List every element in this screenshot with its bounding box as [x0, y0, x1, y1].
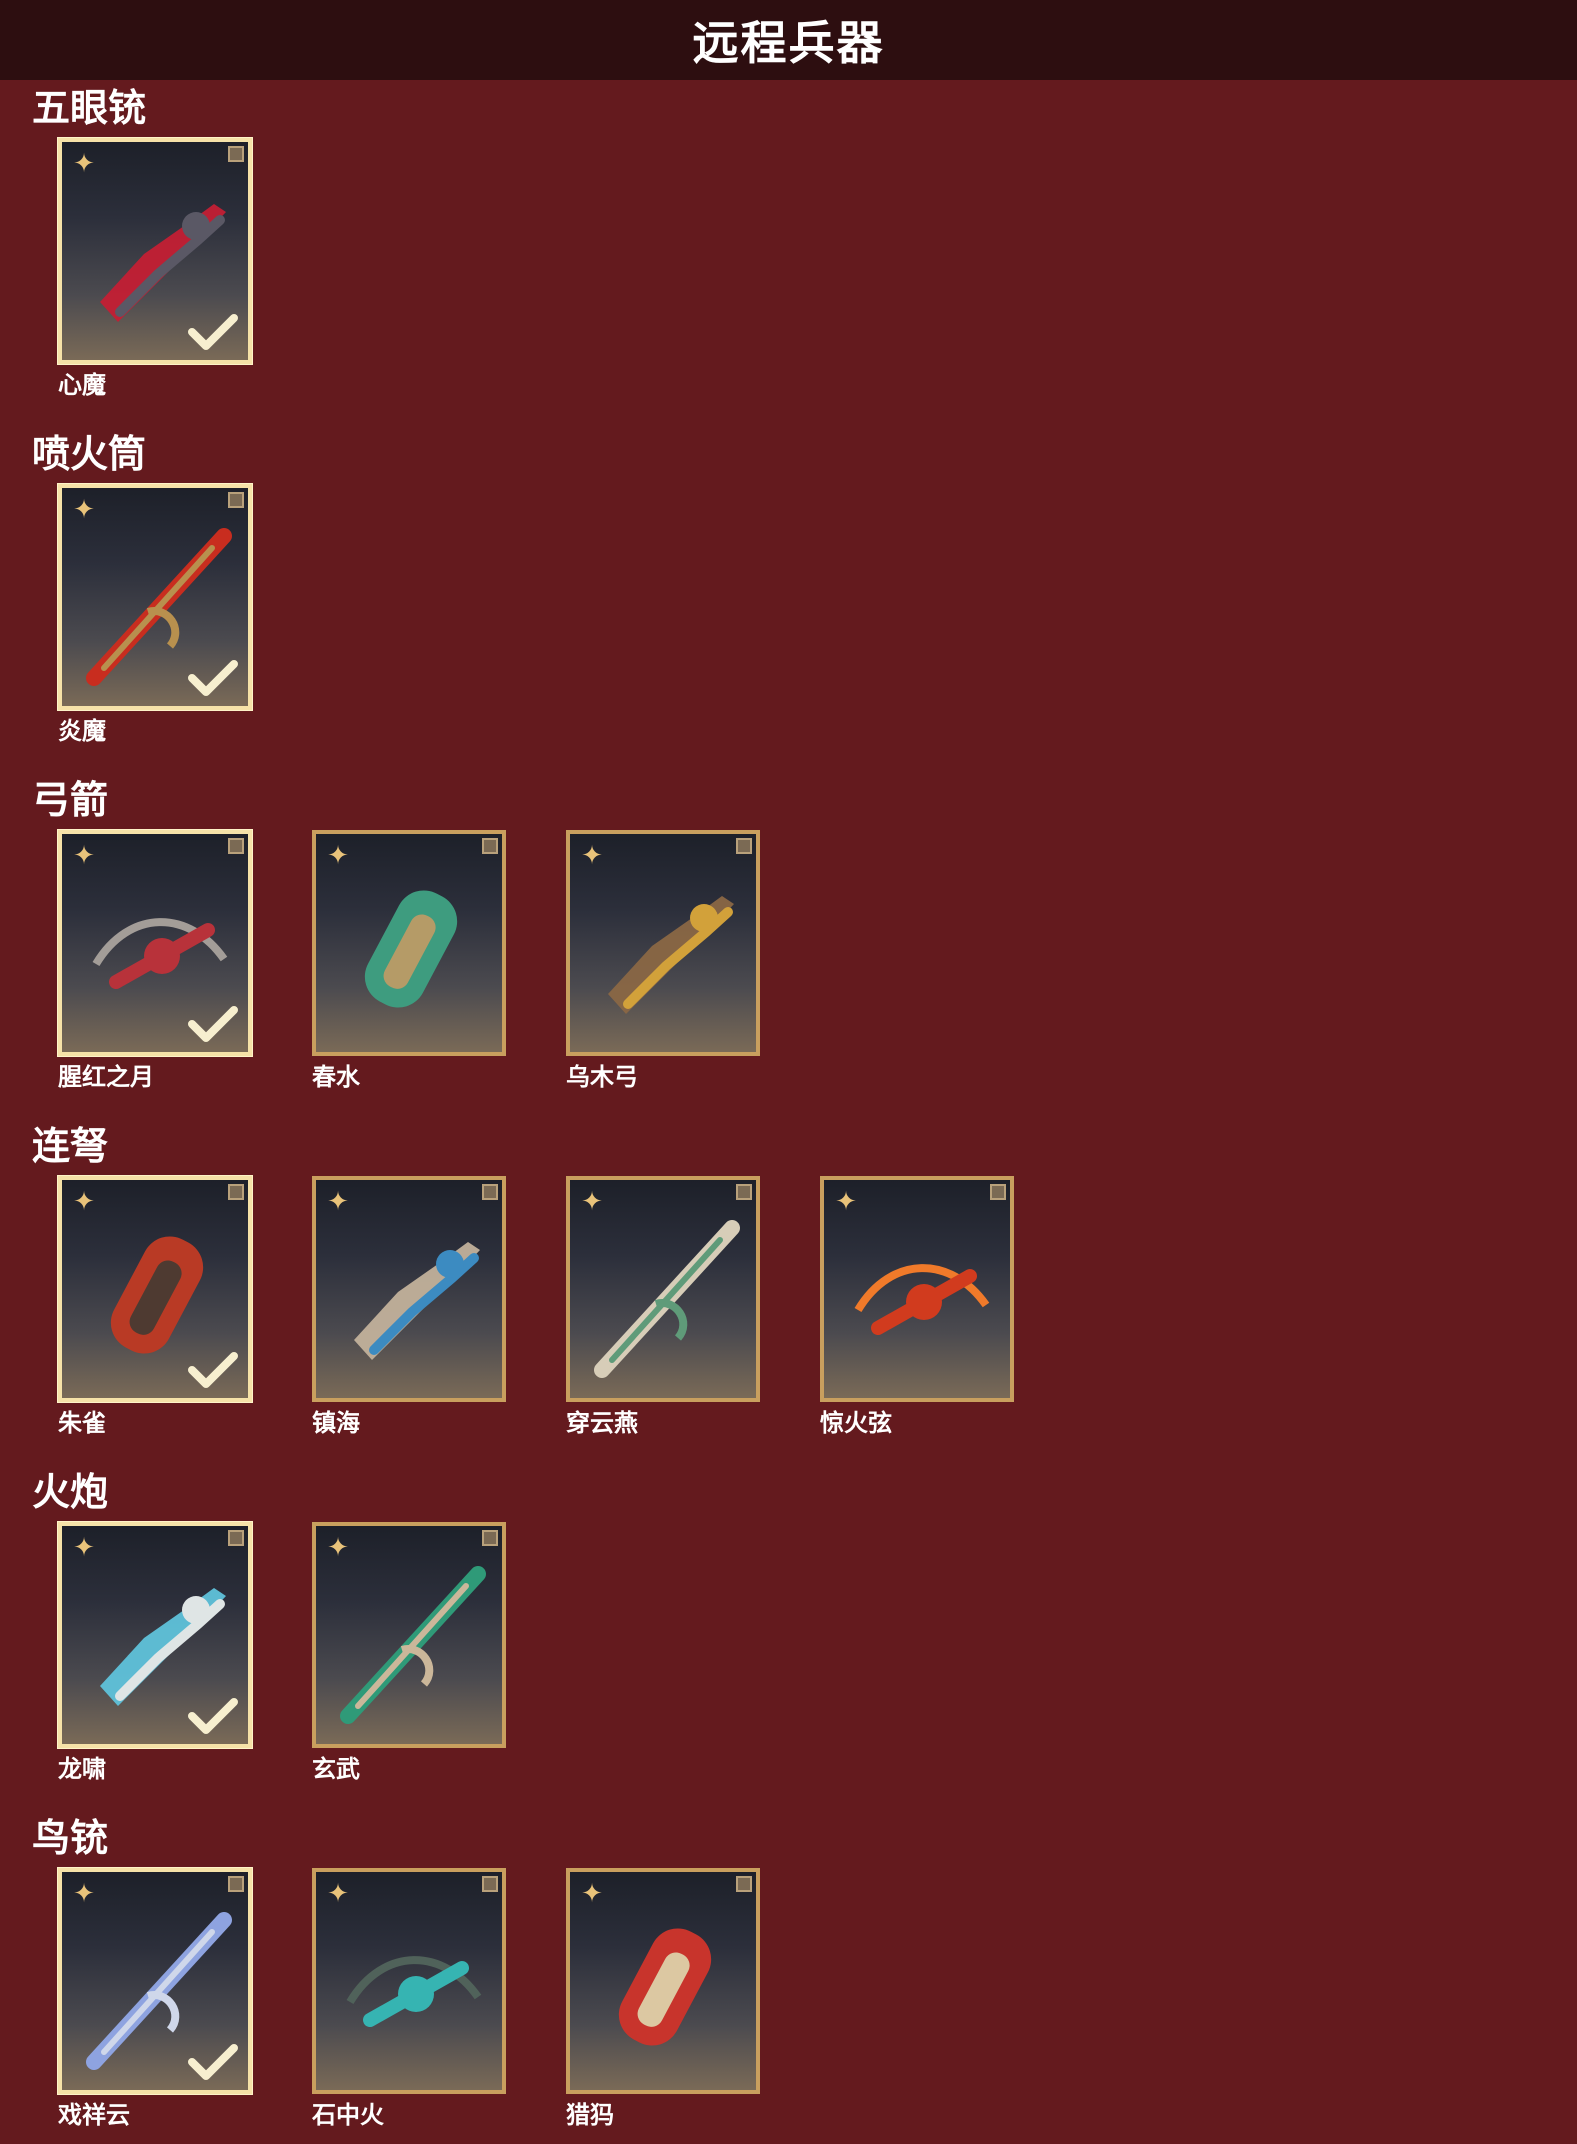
corner-tag-icon: [736, 1184, 752, 1200]
weapon-card[interactable]: ✦: [312, 830, 506, 1056]
weapon-name: 玄武: [312, 1755, 360, 1783]
weapon-item[interactable]: ✦ 石中火: [312, 1868, 506, 2130]
section-title: 火炮: [32, 1470, 109, 1514]
section-title: 喷火筒: [32, 432, 147, 476]
page-title: 远程兵器: [692, 16, 885, 70]
section-title: 连弩: [32, 1124, 109, 1168]
weapon-item[interactable]: ✦ 玄武: [312, 1522, 506, 1784]
corner-tag-icon: [990, 1184, 1006, 1200]
checkmark-icon: [186, 310, 240, 354]
section-title: 鸟铳: [32, 1816, 109, 1860]
weapon-card[interactable]: ✦: [58, 1176, 252, 1402]
corner-tag-icon: [228, 838, 244, 854]
weapon-name: 石中火: [312, 2101, 384, 2129]
corner-tag-icon: [228, 492, 244, 508]
checkmark-icon: [186, 1694, 240, 1738]
weapon-row: ✦ 戏祥云 ✦ 石中火 ✦ 猎犸: [58, 1868, 760, 2130]
weapon-card[interactable]: ✦: [58, 1868, 252, 2094]
weapon-name: 春水: [312, 1063, 360, 1091]
corner-tag-icon: [736, 838, 752, 854]
corner-tag-icon: [228, 1876, 244, 1892]
weapon-card[interactable]: ✦: [566, 1176, 760, 1402]
header-bar: 远程兵器: [0, 0, 1577, 80]
corner-tag-icon: [482, 1876, 498, 1892]
weapon-card[interactable]: ✦: [58, 138, 252, 364]
weapon-item[interactable]: ✦ 龙啸: [58, 1522, 252, 1784]
corner-tag-icon: [482, 838, 498, 854]
weapon-name: 心魔: [58, 371, 106, 399]
corner-tag-icon: [228, 146, 244, 162]
corner-tag-icon: [482, 1530, 498, 1546]
weapon-row: ✦ 龙啸 ✦ 玄武: [58, 1522, 506, 1784]
weapon-item[interactable]: ✦ 镇海: [312, 1176, 506, 1438]
corner-tag-icon: [228, 1530, 244, 1546]
weapon-item[interactable]: ✦ 炎魔: [58, 484, 252, 746]
weapon-name: 戏祥云: [58, 2101, 130, 2129]
corner-tag-icon: [482, 1184, 498, 1200]
weapon-row: ✦ 炎魔: [58, 484, 252, 746]
weapon-name: 穿云燕: [566, 1409, 638, 1437]
weapon-card[interactable]: ✦: [58, 484, 252, 710]
weapon-card[interactable]: ✦: [566, 1868, 760, 2094]
weapon-item[interactable]: ✦ 穿云燕: [566, 1176, 760, 1438]
weapon-name: 猎犸: [566, 2101, 614, 2129]
weapon-row: ✦ 心魔: [58, 138, 252, 400]
weapon-card[interactable]: ✦: [312, 1176, 506, 1402]
weapon-item[interactable]: ✦ 心魔: [58, 138, 252, 400]
checkmark-icon: [186, 656, 240, 700]
corner-tag-icon: [228, 1184, 244, 1200]
weapon-item[interactable]: ✦ 惊火弦: [820, 1176, 1014, 1438]
checkmark-icon: [186, 1002, 240, 1046]
weapon-item[interactable]: ✦ 朱雀: [58, 1176, 252, 1438]
weapon-item[interactable]: ✦ 猎犸: [566, 1868, 760, 2130]
weapon-card[interactable]: ✦: [820, 1176, 1014, 1402]
weapon-name: 炎魔: [58, 717, 106, 745]
weapon-item[interactable]: ✦ 腥红之月: [58, 830, 252, 1092]
weapon-name: 龙啸: [58, 1755, 106, 1783]
weapon-card[interactable]: ✦: [312, 1522, 506, 1748]
weapon-name: 腥红之月: [58, 1063, 154, 1091]
weapon-card[interactable]: ✦: [312, 1868, 506, 2094]
weapon-item[interactable]: ✦ 乌木弓: [566, 830, 760, 1092]
weapon-item[interactable]: ✦ 春水: [312, 830, 506, 1092]
weapon-row: ✦ 腥红之月 ✦ 春水 ✦ 乌木弓: [58, 830, 760, 1092]
section-title: 弓箭: [32, 778, 109, 822]
weapon-card[interactable]: ✦: [566, 830, 760, 1056]
weapon-row: ✦ 朱雀 ✦ 镇海 ✦ 穿云燕 ✦ 惊火弦: [58, 1176, 1014, 1438]
section-title: 五眼铳: [32, 86, 147, 130]
weapon-name: 惊火弦: [820, 1409, 892, 1437]
weapon-card[interactable]: ✦: [58, 1522, 252, 1748]
weapon-card[interactable]: ✦: [58, 830, 252, 1056]
weapon-name: 朱雀: [58, 1409, 106, 1437]
checkmark-icon: [186, 1348, 240, 1392]
checkmark-icon: [186, 2040, 240, 2084]
weapon-name: 乌木弓: [566, 1063, 638, 1091]
weapon-item[interactable]: ✦ 戏祥云: [58, 1868, 252, 2130]
weapon-name: 镇海: [312, 1409, 360, 1437]
corner-tag-icon: [736, 1876, 752, 1892]
